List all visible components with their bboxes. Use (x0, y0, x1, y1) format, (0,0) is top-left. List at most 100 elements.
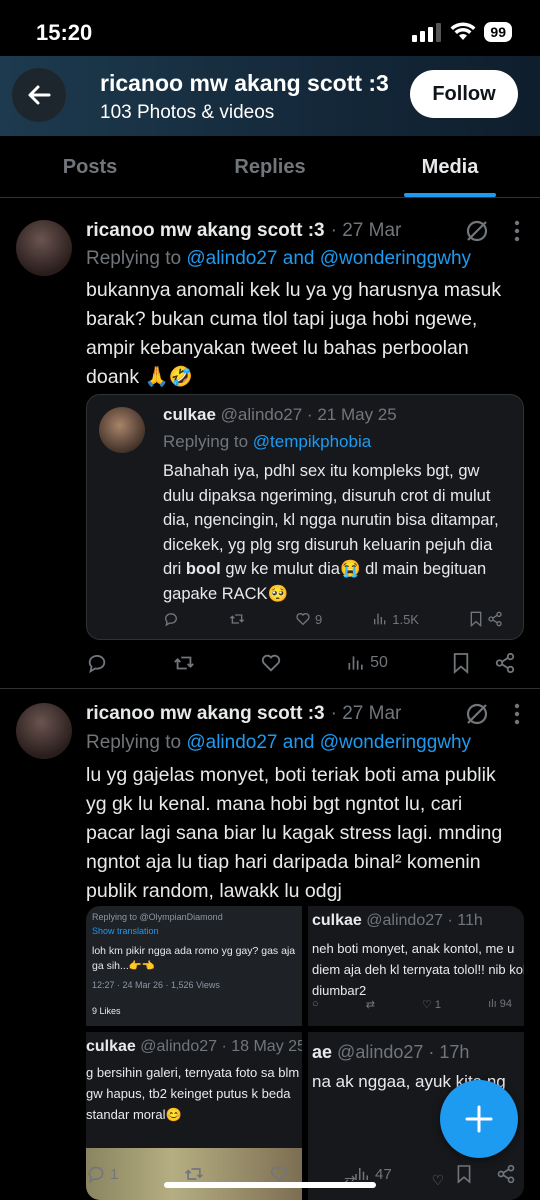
quoted-views[interactable]: 1.5K (372, 611, 419, 627)
media-replying: Replying to @OlympianDiamond (92, 912, 223, 922)
status-bar: 15:20 99 (0, 0, 540, 62)
author-name[interactable]: ricanoo mw akang scott :3 (86, 703, 325, 725)
heart-icon[interactable] (269, 1164, 289, 1184)
reply-mentions[interactable]: @alindo27 and @wonderinggwhy (186, 732, 471, 753)
reply-icon[interactable] (86, 652, 108, 674)
media-text: g bersihin galeri, ternyata foto sa blm … (86, 1065, 300, 1122)
wifi-icon (450, 22, 476, 40)
view-count: 47 (375, 1165, 392, 1183)
tab-replies[interactable]: Replies (180, 136, 360, 197)
tweet-actions: 1 47 (86, 1164, 516, 1184)
follow-button[interactable]: Follow (410, 70, 518, 118)
views-icon (348, 656, 363, 670)
media-view-count: 94 (499, 998, 512, 1010)
heart-icon[interactable] (260, 652, 282, 674)
share-icon[interactable] (496, 1164, 516, 1184)
quoted-tweet[interactable]: culkae @alindo27 · 21 May 25 Replying to… (86, 394, 524, 640)
replying-prefix: Replying to (86, 248, 182, 269)
media-author: ae @alindo27 · 17h (312, 1042, 469, 1063)
active-tab-indicator (404, 193, 496, 197)
retweet-icon[interactable] (183, 1164, 205, 1184)
tweet[interactable]: ricanoo mw akang scott :3 · 27 Mar Reply… (0, 198, 540, 688)
tweet-header: ricanoo mw akang scott :3 · 27 Mar (86, 220, 401, 242)
tweet-text: lu yg gajelas monyet, boti teriak boti a… (86, 764, 503, 902)
profile-header: ricanoo mw akang scott :3 103 Photos & v… (0, 56, 540, 136)
quoted-author: culkae @alindo27 · 21 May 25 (163, 405, 397, 425)
tweet-actions: 50 (86, 652, 516, 674)
avatar[interactable] (16, 703, 72, 759)
quoted-replying-prefix: Replying to (163, 432, 249, 451)
media-retweet-icon: ⇄ (365, 999, 375, 1011)
replying-to: Replying to @alindo27 and @wonderinggwhy (86, 732, 471, 754)
share-icon[interactable] (494, 652, 516, 674)
bookmark-icon[interactable] (469, 611, 483, 627)
quoted-avatar (99, 407, 145, 453)
media-meta: 12:27 · 24 Mar 26 · 1,526 Views (92, 980, 220, 990)
replying-prefix: Replying to (86, 732, 182, 753)
reply-mentions[interactable]: @alindo27 and @wonderinggwhy (186, 248, 471, 269)
retweet-icon[interactable] (172, 652, 196, 674)
media-author-name: culkae (312, 912, 362, 929)
media-reply-icon: ○ (312, 998, 319, 1010)
tweet-top-icons (464, 701, 520, 727)
views-count[interactable]: 50 (346, 653, 388, 673)
share-icon[interactable] (487, 611, 503, 627)
views-count[interactable]: 47 (353, 1164, 392, 1184)
media-text: loh km pikir ngga ada romo yg gay? gas a… (92, 945, 296, 972)
tweet-date: · 27 Mar (330, 220, 402, 241)
grok-icon[interactable] (464, 218, 490, 244)
author-name[interactable]: ricanoo mw akang scott :3 (86, 220, 325, 242)
media-text: neh boti monyet, anak kontol, me u diem … (312, 941, 524, 998)
plus-icon (465, 1105, 493, 1133)
media-handle: @alindo27 · 11h (366, 912, 483, 929)
media-image[interactable]: Replying to @OlympianDiamond Show transl… (86, 906, 302, 1026)
back-button[interactable] (12, 68, 66, 122)
quoted-text-bold: bool (185, 560, 221, 578)
media-handle: @alindo27 · 18 May 25 (140, 1038, 302, 1055)
bookmark-icon[interactable] (456, 1164, 472, 1184)
tab-media-label: Media (421, 156, 479, 178)
reply-icon[interactable] (163, 611, 179, 627)
media-views: ılı 94 (488, 998, 512, 1010)
more-options-icon[interactable] (514, 703, 520, 725)
quoted-actions: 9 1.5K (163, 611, 503, 627)
tweet-header: ricanoo mw akang scott :3 · 27 Mar (86, 703, 401, 725)
quoted-author-name: culkae (163, 405, 216, 424)
quoted-replying-to: Replying to @tempikphobia (163, 432, 371, 452)
home-indicator[interactable] (164, 1182, 376, 1188)
quoted-likes[interactable]: 9 (295, 611, 322, 627)
views-icon (355, 1168, 369, 1180)
media-grid: Replying to @OlympianDiamond Show transl… (86, 906, 524, 1200)
signal-icon (412, 23, 442, 42)
compose-button[interactable] (440, 1080, 518, 1158)
grok-icon[interactable] (464, 701, 490, 727)
profile-name: ricanoo mw akang scott :3 (100, 70, 389, 96)
media-image[interactable]: culkae @alindo27 · 11h neh boti monyet, … (308, 906, 524, 1026)
tab-media[interactable]: Media (360, 136, 540, 197)
tweet-top-icons (464, 218, 520, 244)
heart-icon (296, 613, 310, 626)
media-handle: @alindo27 · 17h (337, 1042, 470, 1062)
media-translation: Show translation (92, 926, 159, 936)
bookmark-share (456, 1164, 516, 1184)
arrow-left-icon (28, 85, 51, 105)
quoted-reply-mention[interactable]: @tempikphobia (253, 432, 371, 451)
quoted-like-count: 9 (315, 611, 323, 627)
reply-count[interactable]: 1 (86, 1164, 118, 1184)
more-options-icon[interactable] (514, 220, 520, 242)
media-like: ♡ 1 (422, 999, 442, 1011)
quoted-view-count: 1.5K (392, 611, 419, 627)
bookmark-icon[interactable] (452, 652, 470, 674)
reply-icon (88, 1166, 104, 1184)
view-count: 50 (370, 654, 388, 671)
quoted-extra (469, 611, 503, 627)
battery-indicator: 99 (484, 22, 512, 42)
media-count: 103 Photos & videos (100, 102, 275, 123)
avatar[interactable] (16, 220, 72, 276)
retweet-icon[interactable] (229, 611, 245, 627)
media-like-count: 1 (434, 999, 442, 1011)
tweet-date: · 27 Mar (330, 703, 402, 724)
tab-posts[interactable]: Posts (0, 136, 180, 197)
media-likes: 9 Likes (92, 1006, 121, 1016)
bookmark-share (452, 652, 516, 674)
